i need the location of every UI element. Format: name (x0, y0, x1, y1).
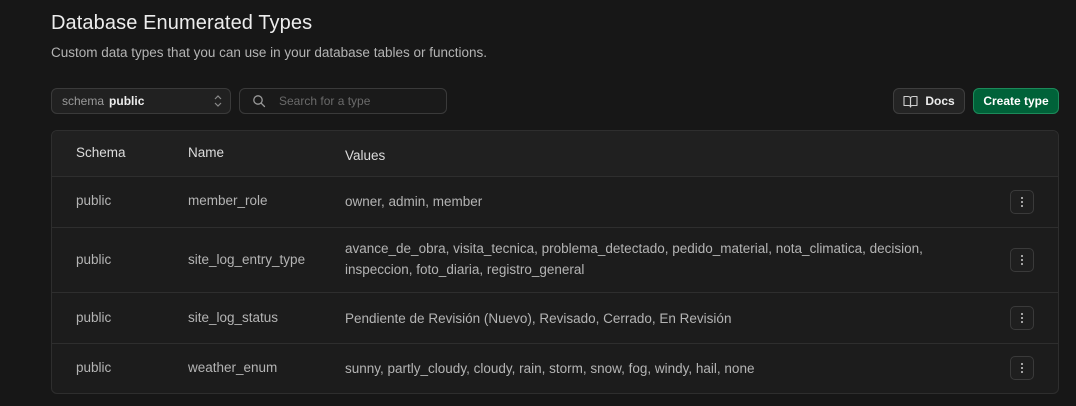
table-row: public weather_enum sunny, partly_cloudy… (52, 344, 1058, 393)
row-schema: public (76, 193, 112, 208)
row-menu-button[interactable] (1010, 248, 1034, 272)
more-vertical-icon (1021, 313, 1023, 323)
docs-button-label: Docs (925, 94, 955, 108)
create-type-button-label: Create type (983, 94, 1049, 108)
docs-button[interactable]: Docs (893, 88, 965, 114)
search-icon (253, 95, 266, 108)
page-title: Database Enumerated Types (51, 12, 313, 34)
row-name: weather_enum (188, 360, 278, 375)
row-schema: public (76, 360, 112, 375)
search-input[interactable] (279, 94, 439, 108)
row-values: owner, admin, member (345, 194, 483, 209)
row-name: member_role (188, 193, 268, 208)
column-header-name: Name (188, 145, 225, 160)
book-open-icon (903, 95, 918, 108)
column-header-schema: Schema (76, 145, 126, 160)
column-header-values: Values (345, 148, 386, 163)
row-values: avance_de_obra, visita_tecnica, problema… (345, 241, 923, 277)
create-type-button[interactable]: Create type (973, 88, 1059, 114)
table-row: public site_log_entry_type avance_de_obr… (52, 228, 1058, 293)
enumerated-types-page: Database Enumerated Types Custom data ty… (0, 0, 1076, 406)
more-vertical-icon (1021, 255, 1023, 265)
table-header: Schema Name Values (52, 131, 1058, 177)
table-row: public site_log_status Pendiente de Revi… (52, 293, 1058, 344)
row-name: site_log_status (188, 310, 279, 325)
row-menu-button[interactable] (1010, 306, 1034, 330)
page-subtitle: Custom data types that you can use in yo… (51, 45, 488, 60)
toolbar: schema public Docs Create type (51, 88, 1059, 114)
row-schema: public (76, 252, 112, 267)
row-values: Pendiente de Revisión (Nuevo), Revisado,… (345, 311, 732, 326)
row-schema: public (76, 310, 112, 325)
schema-select-label: schema (62, 94, 105, 108)
row-menu-button[interactable] (1010, 190, 1034, 214)
more-vertical-icon (1021, 363, 1023, 373)
types-table: Schema Name Values public member_role ow… (51, 130, 1059, 394)
chevron-up-down-icon (214, 95, 222, 107)
schema-select-value: public (109, 94, 145, 108)
more-vertical-icon (1021, 197, 1023, 207)
row-values: sunny, partly_cloudy, cloudy, rain, stor… (345, 361, 755, 376)
table-row: public member_role owner, admin, member (52, 177, 1058, 228)
schema-select[interactable]: schema public (51, 88, 231, 114)
row-menu-button[interactable] (1010, 356, 1034, 380)
row-name: site_log_entry_type (188, 252, 306, 267)
search-box (239, 88, 447, 114)
